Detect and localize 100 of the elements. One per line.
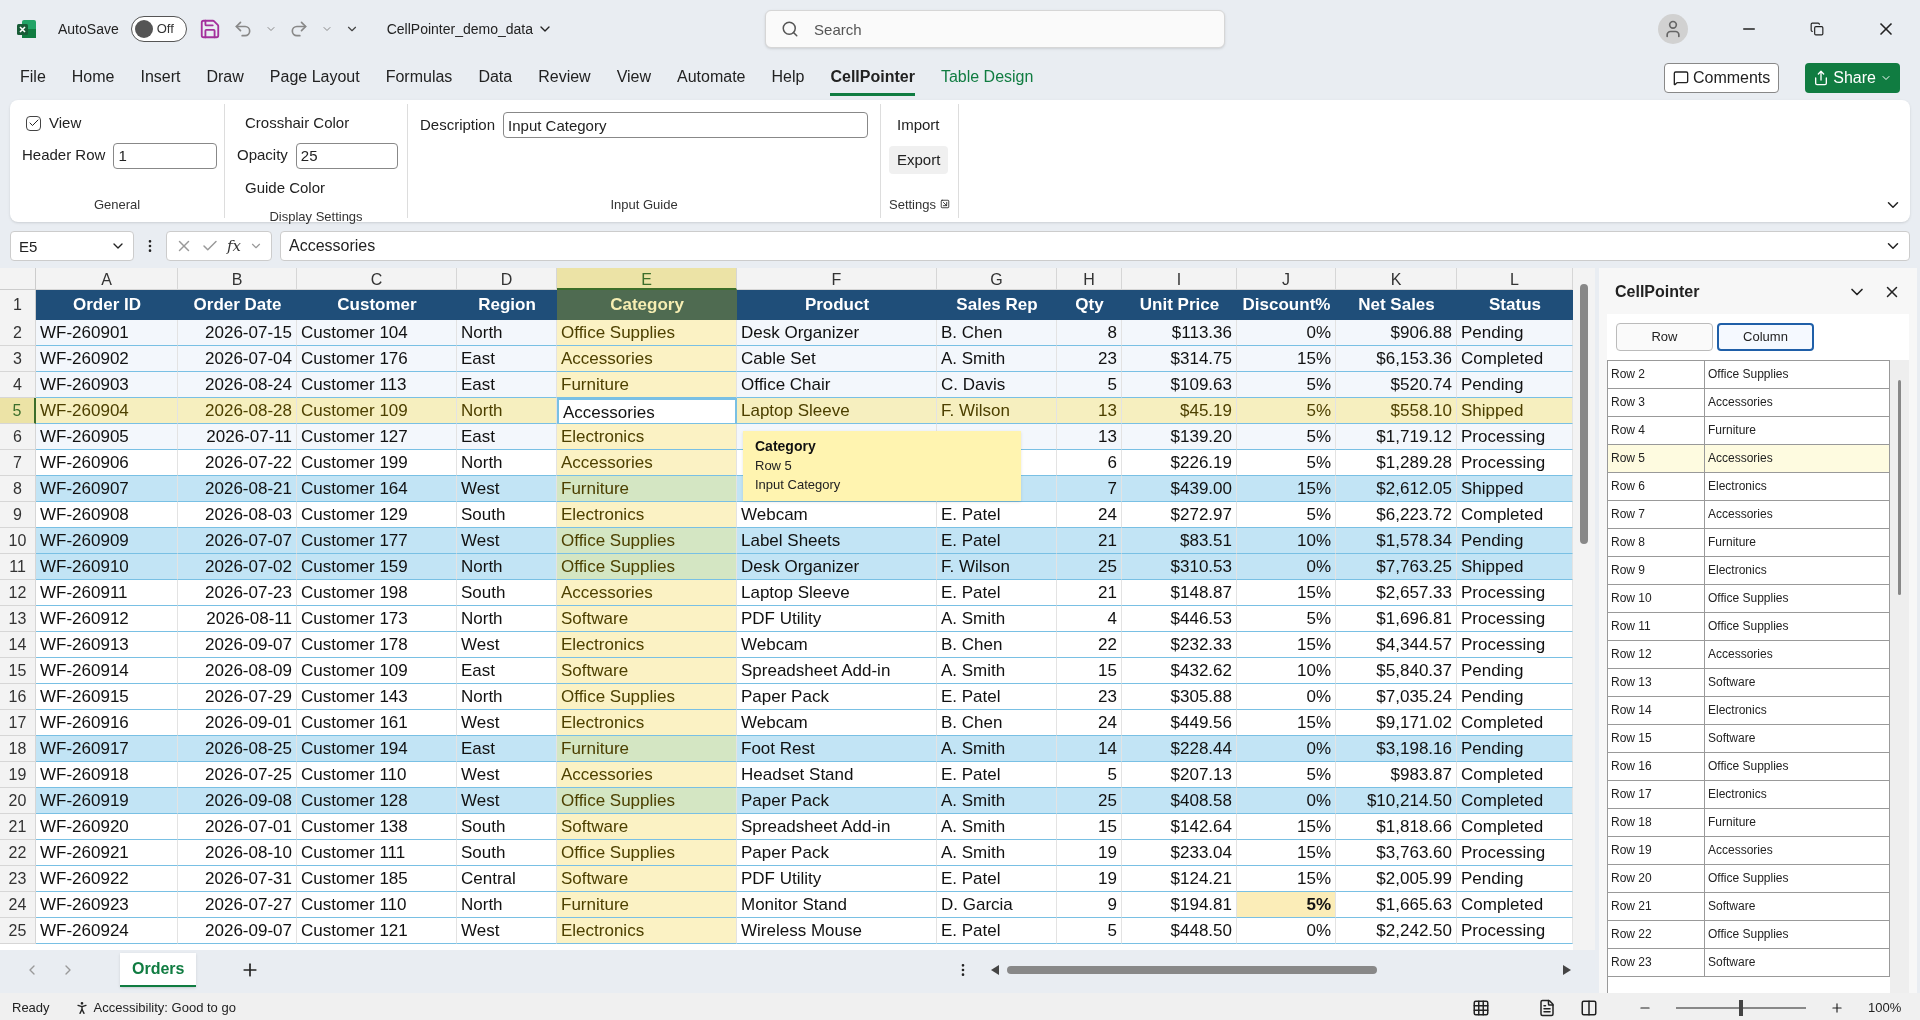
view-checkbox[interactable] (26, 115, 41, 131)
panel-row[interactable]: Row 17 Electronics (1608, 781, 1890, 809)
panel-row[interactable]: Row 9 Electronics (1608, 557, 1890, 585)
row-header[interactable]: 17 (0, 710, 36, 736)
zoom-reading[interactable]: 100% (1868, 998, 1908, 1018)
row-header[interactable]: 11 (0, 554, 36, 580)
mode-button[interactable]: Row (1616, 323, 1713, 351)
export-button[interactable]: Export (889, 146, 949, 174)
file-name-button[interactable]: CellPointer_demo_data (386, 18, 554, 40)
ribbon-tab[interactable]: View (616, 60, 652, 96)
panel-row[interactable]: Row 21 Software (1608, 893, 1890, 921)
row-header[interactable]: 25 (0, 918, 36, 944)
crosshair-color-button[interactable]: Crosshair Color (245, 112, 395, 135)
page-break-icon[interactable] (1580, 999, 1598, 1017)
panel-row[interactable]: Row 23 Software (1608, 949, 1890, 977)
share-button[interactable]: Share (1805, 63, 1900, 93)
panel-row[interactable]: Row 20 Office Supplies (1608, 865, 1890, 893)
name-box[interactable]: E5 (10, 231, 134, 261)
mode-button[interactable]: Column (1717, 323, 1814, 351)
autosave-toggle[interactable]: Off (130, 16, 187, 42)
accessibility-status[interactable]: Accessibility: Good to go (93, 998, 236, 1018)
save-icon[interactable] (198, 18, 221, 40)
undo-icon[interactable] (232, 19, 253, 39)
row-header[interactable]: 3 (0, 346, 36, 372)
row-header[interactable]: 15 (0, 658, 36, 684)
ribbon-tab[interactable]: Formulas (385, 60, 453, 96)
panel-row[interactable]: Row 12 Accessories (1608, 641, 1890, 669)
row-header[interactable]: 13 (0, 606, 36, 632)
row-header[interactable]: 21 (0, 814, 36, 840)
row-header[interactable]: 10 (0, 528, 36, 554)
comments-button[interactable]: Comments (1663, 63, 1780, 93)
scroll-right-icon[interactable] (1563, 965, 1571, 975)
row-header[interactable]: 18 (0, 736, 36, 762)
ribbon-tab[interactable]: CellPointer (830, 60, 915, 96)
panel-row[interactable]: Row 15 Software (1608, 725, 1890, 753)
row-header[interactable]: 4 (0, 372, 36, 398)
row-header[interactable]: 8 (0, 476, 36, 502)
ribbon-tab[interactable]: Page Layout (269, 60, 360, 96)
import-button[interactable]: Import (889, 112, 948, 138)
search-field[interactable]: Search (765, 10, 1226, 48)
opacity-field[interactable]: 25 (295, 142, 398, 169)
horizontal-scrollbar[interactable] (991, 963, 1571, 977)
ribbon-tab[interactable]: Insert (140, 60, 181, 96)
row-header[interactable]: 20 (0, 788, 36, 814)
panel-row[interactable]: Row 19 Accessories (1608, 837, 1890, 865)
zoom-slider[interactable] (1676, 1000, 1806, 1016)
row-header[interactable]: 22 (0, 840, 36, 866)
vertical-scrollbar[interactable] (1573, 268, 1595, 950)
ribbon-tab[interactable]: Help (771, 60, 805, 96)
row-header[interactable]: 14 (0, 632, 36, 658)
row-header[interactable]: 5 (0, 398, 36, 424)
zoom-thumb[interactable] (1739, 1000, 1743, 1016)
panel-row[interactable]: Row 2 Office Supplies (1608, 361, 1890, 389)
restore-icon[interactable] (1810, 22, 1824, 36)
zoom-in-icon[interactable] (1830, 1001, 1844, 1015)
row-header[interactable]: 6 (0, 424, 36, 450)
page-layout-icon[interactable] (1538, 999, 1556, 1017)
panel-row[interactable]: Row 18 Furniture (1608, 809, 1890, 837)
normal-view-icon[interactable] (1472, 999, 1490, 1017)
row-header[interactable]: 2 (0, 320, 36, 346)
column-header[interactable]: E (557, 268, 737, 290)
row-header[interactable]: 23 (0, 866, 36, 892)
panel-row[interactable]: Row 5 Accessories (1608, 445, 1890, 473)
row-header[interactable]: 7 (0, 450, 36, 476)
ribbon-tab[interactable]: Draw (206, 60, 244, 96)
panel-row[interactable]: Row 13 Software (1608, 669, 1890, 697)
panel-row[interactable]: Row 22 Office Supplies (1608, 921, 1890, 949)
sheet-tab[interactable]: Orders (120, 953, 197, 987)
ribbon-tab[interactable]: Data (478, 60, 513, 96)
row-header[interactable]: 24 (0, 892, 36, 918)
row-header[interactable]: 19 (0, 762, 36, 788)
panel-row[interactable]: Row 14 Electronics (1608, 697, 1890, 725)
avatar-icon[interactable] (1658, 14, 1688, 44)
row-header[interactable]: 12 (0, 580, 36, 606)
row-header[interactable]: 16 (0, 684, 36, 710)
row-header[interactable]: 9 (0, 502, 36, 528)
table-cell: $207.13 (1122, 762, 1237, 788)
dialog-launcher-icon[interactable] (940, 198, 950, 211)
description-field[interactable]: Input Category (503, 112, 868, 138)
row-header[interactable]: 1 (0, 290, 36, 320)
panel-row[interactable]: Row 4 Furniture (1608, 417, 1890, 445)
ribbon-tab[interactable]: Review (538, 60, 591, 96)
panel-row[interactable]: Row 7 Accessories (1608, 501, 1890, 529)
ribbon-tab[interactable]: Automate (677, 60, 746, 96)
panel-row[interactable]: Row 16 Office Supplies (1608, 753, 1890, 781)
panel-row[interactable]: Row 8 Furniture (1608, 529, 1890, 557)
scrollbar-thumb[interactable] (1898, 380, 1901, 595)
panel-row[interactable]: Row 10 Office Supplies (1608, 585, 1890, 613)
insert-function-button[interactable]: fx (226, 234, 241, 258)
ribbon-tab[interactable]: File (20, 60, 46, 96)
panel-row[interactable]: Row 11 Office Supplies (1608, 613, 1890, 641)
panel-row[interactable]: Row 3 Accessories (1608, 389, 1890, 417)
formula-field[interactable]: Accessories (280, 231, 1910, 261)
row-value: Furniture (1705, 417, 1890, 444)
ribbon-tab[interactable]: Home (71, 60, 115, 96)
scroll-left-icon[interactable] (991, 965, 999, 975)
guide-color-button[interactable]: Guide Color (245, 176, 395, 199)
ribbon-tab[interactable]: Table Design (940, 60, 1034, 96)
header-row-field[interactable]: 1 (113, 142, 218, 169)
panel-row[interactable]: Row 6 Electronics (1608, 473, 1890, 501)
